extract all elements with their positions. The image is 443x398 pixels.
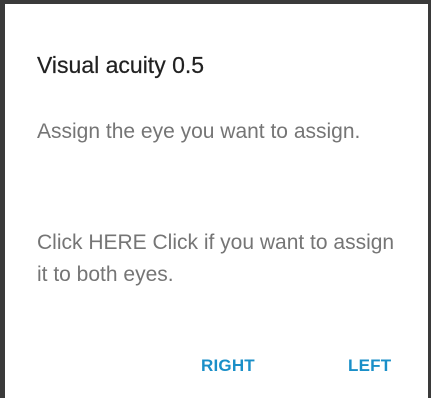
left-eye-button[interactable]: LEFT [348, 348, 391, 384]
frame-right-edge [428, 0, 431, 398]
dialog-title: Visual acuity 0.5 [37, 52, 205, 78]
dialog-message-assign-eye: Assign the eye you want to assign. [37, 120, 361, 143]
dialog-actions: RIGHT LEFT [5, 348, 428, 384]
right-eye-button[interactable]: RIGHT [201, 348, 255, 384]
dialog-message-both-eyes: Click HERE Click if you want to assign i… [37, 231, 395, 286]
eye-assignment-dialog: Visual acuity 0.5 Assign the eye you wan… [5, 4, 428, 398]
screen-frame: Visual acuity 0.5 Assign the eye you wan… [0, 0, 443, 398]
